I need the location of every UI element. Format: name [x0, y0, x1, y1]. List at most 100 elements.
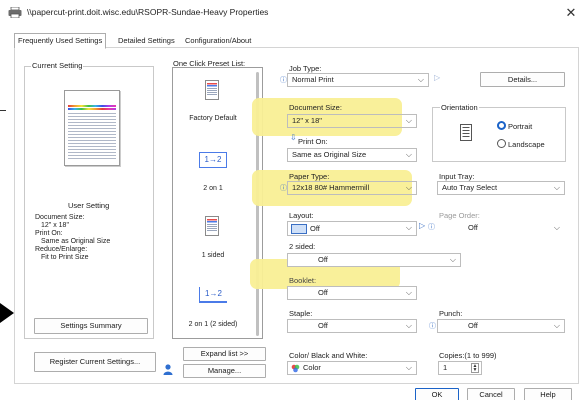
staple-value: Off — [318, 321, 328, 330]
layout-arrow-icon: ▷ — [419, 221, 426, 230]
color-palette-icon — [291, 364, 300, 373]
chevron-down-icon: ⌵ — [553, 223, 560, 232]
tab-detailed-settings[interactable]: Detailed Settings — [115, 34, 178, 48]
document-icon — [205, 80, 219, 100]
print-on-label: Print On: — [298, 137, 328, 146]
document-size-label: Document Size: — [289, 103, 342, 112]
print-on-value: Same as Original Size — [292, 150, 367, 159]
two-on-one-icon: 1→2 — [199, 152, 227, 168]
page-order-value: Off — [468, 223, 478, 232]
current-setting-label: Current Setting — [31, 61, 84, 70]
window-title: \\papercut-print.doit.wisc.edu\RSOPR-Sun… — [27, 7, 269, 17]
printer-icon — [8, 7, 22, 18]
cs-reduce-enlarge-label: Reduce/Enlarge: — [35, 246, 88, 253]
two-sided-label: 2 sided: — [289, 242, 316, 251]
input-tray-select[interactable]: Auto Tray Select ⌵ — [437, 181, 565, 195]
two-on-one-two-sided-icon: 1→2 — [199, 287, 227, 303]
input-tray-label: Input Tray: — [439, 172, 475, 181]
register-current-settings-button[interactable]: Register Current Settings... — [34, 352, 156, 372]
cs-print-on-value: Same as Original Size — [41, 238, 111, 245]
details-button[interactable]: Details... — [480, 72, 565, 87]
cs-print-on-label: Print On: — [35, 230, 63, 237]
color-mode-label: Color/ Black and White: — [289, 351, 368, 360]
chevron-down-icon: ⌵ — [405, 223, 412, 232]
two-sided-select[interactable]: Off ⌵ — [287, 253, 461, 267]
page-order-label: Page Order: — [439, 211, 480, 220]
preset-item-2-on-1-2-sided[interactable]: 2 on 1 (2 sided) — [173, 321, 253, 328]
print-on-arrow-icon: ⇩ — [290, 133, 297, 142]
page-preview-image — [64, 90, 120, 166]
booklet-select[interactable]: Off ⌵ — [287, 286, 417, 300]
copies-label: Copies:(1 to 999) — [439, 351, 497, 360]
preset-item-1-sided[interactable]: 1 sided — [173, 252, 253, 259]
ok-button[interactable]: OK — [415, 388, 459, 400]
color-mode-select[interactable]: Color ⌵ — [287, 361, 417, 375]
manage-button[interactable]: Manage... — [183, 364, 266, 378]
staple-select[interactable]: Off ⌵ — [287, 319, 417, 333]
portrait-radio[interactable] — [497, 121, 506, 130]
copies-input[interactable]: 1 ▲ ▼ — [438, 361, 482, 375]
one-sided-icon — [205, 216, 219, 236]
help-button[interactable]: Help — [524, 388, 572, 400]
landscape-label: Landscape — [508, 140, 545, 149]
job-type-select[interactable]: Normal Print ⌵ — [287, 73, 429, 87]
document-size-select[interactable]: 12" x 18" ⌵ — [287, 114, 417, 128]
chevron-down-icon: ⌵ — [405, 321, 412, 330]
paper-type-select[interactable]: 12x18 80# Hammermill ⌵ — [287, 181, 417, 195]
preset-item-factory-default[interactable]: Factory Default — [173, 115, 253, 122]
punch-select[interactable]: Off ⌵ — [437, 319, 565, 333]
cs-document-size-value: 12" x 18" — [41, 222, 69, 229]
print-on-select[interactable]: Same as Original Size ⌵ — [287, 148, 417, 162]
info-icon: ⓘ — [428, 224, 435, 231]
copies-value: 1 — [443, 363, 448, 372]
landscape-radio[interactable] — [497, 139, 506, 148]
chevron-down-icon: ⌵ — [405, 183, 412, 192]
preset-list[interactable]: Factory Default 1→2 2 on 1 1 sided 1→2 2… — [172, 67, 263, 339]
punch-label: Punch: — [439, 309, 463, 318]
info-icon: ⓘ — [429, 323, 436, 330]
booklet-label: Booklet: — [289, 276, 317, 285]
info-icon: ⓘ — [280, 77, 287, 84]
portrait-page-icon — [460, 124, 472, 141]
booklet-value: Off — [318, 288, 328, 297]
info-icon: ⓘ — [280, 185, 287, 192]
layout-select[interactable]: Off ⌵ — [287, 221, 417, 236]
user-setting-heading: User Setting — [68, 201, 110, 210]
punch-value: Off — [468, 321, 478, 330]
input-tray-value: Auto Tray Select — [442, 183, 498, 192]
chevron-down-icon: ⌵ — [449, 255, 456, 264]
settings-summary-button[interactable]: Settings Summary — [34, 318, 148, 334]
user-icon — [163, 364, 173, 375]
annotation-line — [0, 110, 6, 111]
cs-reduce-enlarge-value: Fit to Print Size — [41, 254, 89, 261]
portrait-label: Portrait — [508, 122, 533, 131]
job-type-value: Normal Print — [292, 75, 334, 84]
job-type-arrow-icon: ▷ — [434, 73, 441, 82]
close-button[interactable]: ✕ — [559, 3, 583, 23]
cancel-button[interactable]: Cancel — [467, 388, 515, 400]
layout-value: Off — [310, 224, 320, 233]
orientation-group — [432, 107, 566, 162]
cs-document-size-label: Document Size: — [35, 214, 85, 221]
orientation-label: Orientation — [440, 103, 479, 112]
annotation-arrow-icon — [0, 303, 14, 323]
staple-label: Staple: — [289, 309, 313, 318]
chevron-down-icon: ⌵ — [405, 363, 412, 372]
title-bar: \\papercut-print.doit.wisc.edu\RSOPR-Sun… — [0, 0, 587, 26]
page-order-select[interactable]: Off ⌵ — [437, 221, 565, 235]
chevron-down-icon: ⌵ — [405, 288, 412, 297]
color-mode-value: Color — [303, 363, 321, 372]
chevron-down-icon: ⌵ — [405, 116, 412, 125]
chevron-down-icon: ⌵ — [405, 150, 412, 159]
tab-configuration-about[interactable]: Configuration/About — [182, 34, 254, 48]
preset-item-2-on-1[interactable]: 2 on 1 — [173, 185, 253, 192]
job-type-label: Job Type: — [289, 64, 322, 73]
tab-frequently-used-settings[interactable]: Frequently Used Settings — [14, 33, 107, 49]
paper-type-label: Paper Type: — [289, 172, 330, 181]
chevron-down-icon: ⌵ — [553, 183, 560, 192]
expand-list-button[interactable]: Expand list >> — [183, 347, 266, 361]
layout-label: Layout: — [289, 211, 314, 220]
chevron-down-icon: ⌵ — [417, 75, 424, 84]
document-size-value: 12" x 18" — [292, 116, 322, 125]
copies-stepper[interactable]: ▲ ▼ — [471, 363, 479, 373]
